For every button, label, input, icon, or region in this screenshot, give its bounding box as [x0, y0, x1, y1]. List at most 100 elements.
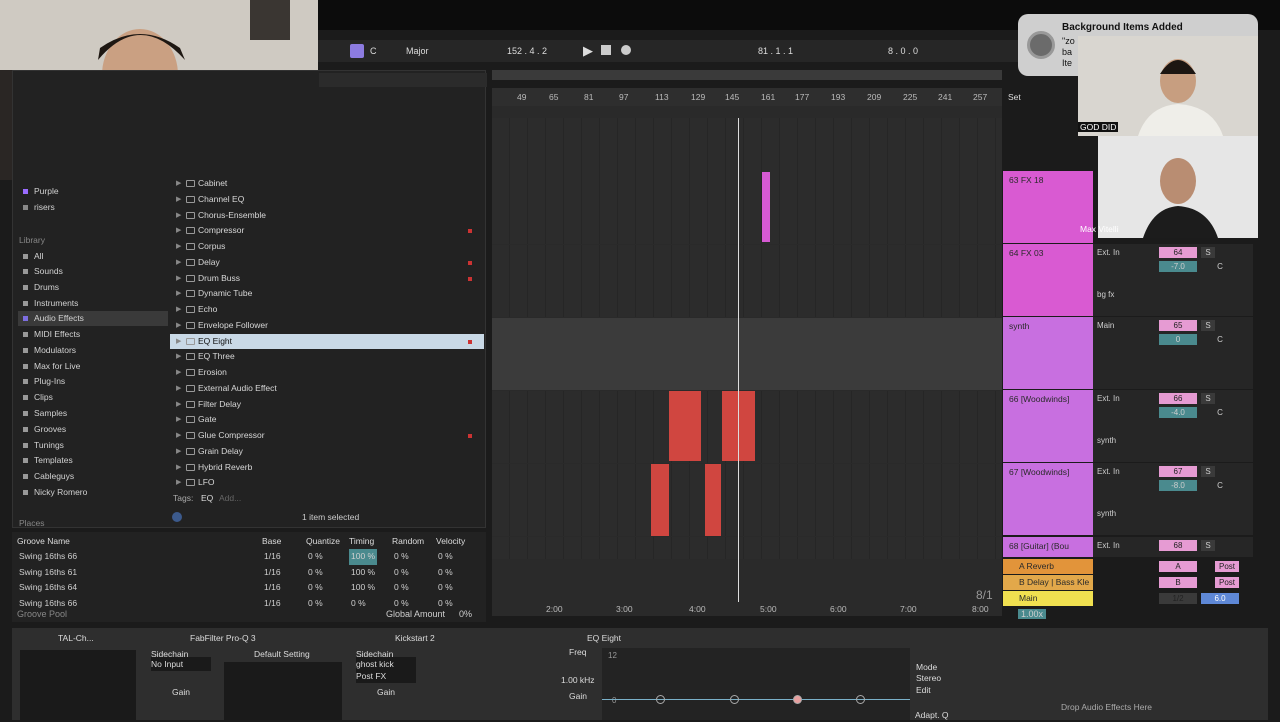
clip[interactable]: [705, 464, 721, 536]
key-selector[interactable]: C: [370, 46, 377, 56]
expand-icon[interactable]: ▶: [176, 381, 181, 397]
eq-band-1[interactable]: [656, 695, 665, 704]
solo-button[interactable]: S: [1201, 320, 1215, 331]
return-activator[interactable]: B: [1159, 577, 1197, 588]
overview-bar[interactable]: [492, 70, 1002, 80]
groove-column-header[interactable]: Quantize: [306, 534, 340, 550]
clip[interactable]: [669, 391, 701, 461]
solo-button[interactable]: S: [1201, 393, 1215, 404]
browser-search-bar[interactable]: [319, 73, 487, 87]
expand-icon[interactable]: ▶: [176, 412, 181, 428]
collection-purple[interactable]: Purple: [18, 184, 168, 199]
track-header[interactable]: 66 [Woodwinds]: [1003, 390, 1093, 462]
track-header[interactable]: 64 FX 03: [1003, 244, 1093, 316]
output-selector[interactable]: bg fx: [1097, 289, 1153, 300]
expand-icon[interactable]: ▶: [176, 223, 181, 239]
browser-device-echo[interactable]: ▶ Echo: [170, 302, 484, 318]
track-activator[interactable]: 65: [1159, 320, 1197, 331]
solo-button[interactable]: S: [1201, 466, 1215, 477]
groove-column-header[interactable]: Timing: [349, 534, 374, 550]
collection-risers[interactable]: risers: [18, 200, 168, 215]
volume-field[interactable]: -7.0: [1159, 261, 1197, 272]
position-display[interactable]: 152 . 4 . 2: [507, 46, 547, 56]
browser-device-dynamic-tube[interactable]: ▶ Dynamic Tube: [170, 286, 484, 302]
input-type-selector[interactable]: Ext. In: [1097, 466, 1151, 477]
time-ruler[interactable]: 2:00 3:00 4:00 5:00 6:00 7:00 8:00: [492, 602, 1002, 616]
groove-column-header[interactable]: Velocity: [436, 534, 465, 550]
library-item-drums[interactable]: Drums: [18, 280, 168, 295]
eq-band-3[interactable]: [793, 695, 802, 704]
input-type-selector[interactable]: Ext. In: [1097, 247, 1151, 258]
browser-device-compressor[interactable]: ▶ Compressor: [170, 223, 484, 239]
expand-icon[interactable]: ▶: [176, 176, 181, 192]
tag-add[interactable]: Add...: [219, 493, 241, 503]
groove-cell[interactable]: 1/16: [262, 596, 283, 612]
global-amount-value[interactable]: 0%: [459, 609, 472, 619]
post-toggle[interactable]: Post: [1215, 577, 1239, 588]
groove-column-header[interactable]: Random: [392, 534, 424, 550]
pan-field[interactable]: C: [1201, 407, 1239, 418]
help-icon[interactable]: [172, 512, 182, 522]
groove-cell[interactable]: 1/16: [262, 580, 283, 596]
volume-field[interactable]: -8.0: [1159, 480, 1197, 491]
device-title[interactable]: EQ Eight: [587, 631, 621, 645]
browser-device-gate[interactable]: ▶ Gate: [170, 412, 484, 428]
browser-device-drum-buss[interactable]: ▶ Drum Buss: [170, 271, 484, 287]
sidechain-input[interactable]: No Input: [151, 657, 211, 671]
browser-device-eq-three[interactable]: ▶ EQ Three: [170, 349, 484, 365]
return-activator[interactable]: A: [1159, 561, 1197, 572]
bar-ruler[interactable]: 49 65 81 97 113 129 145 161 177 193 209 225 241 257 Se…: [492, 88, 1021, 106]
library-item-cableguys[interactable]: Cableguys: [18, 469, 168, 484]
track-lane[interactable]: [492, 464, 1002, 536]
stop-icon[interactable]: [601, 45, 611, 55]
track-lane[interactable]: [492, 245, 1002, 317]
expand-icon[interactable]: ▶: [176, 208, 181, 224]
expand-icon[interactable]: ▶: [176, 239, 181, 255]
library-item-instruments[interactable]: Instruments: [18, 296, 168, 311]
groove-cell[interactable]: 1/16: [262, 549, 283, 565]
expand-icon[interactable]: ▶: [176, 255, 181, 271]
drop-zone[interactable]: Drop Audio Effects Here: [1061, 700, 1152, 714]
groove-cell[interactable]: 100 %: [349, 565, 377, 581]
input-type-selector[interactable]: Ext. In: [1097, 540, 1151, 551]
browser-device-channel-eq[interactable]: ▶ Channel EQ: [170, 192, 484, 208]
record-icon[interactable]: [621, 45, 631, 55]
volume-field[interactable]: 0: [1159, 334, 1197, 345]
groove-row[interactable]: Swing 16ths 61 1/16 0 % 100 % 0 % 0 %: [12, 565, 486, 581]
input-type-selector[interactable]: Ext. In: [1097, 393, 1151, 404]
browser-device-grain-delay[interactable]: ▶ Grain Delay: [170, 444, 484, 460]
loop-length-display[interactable]: 8 . 0 . 0: [888, 46, 918, 56]
volume-field[interactable]: -4.0: [1159, 407, 1197, 418]
library-item-midi-effects[interactable]: MIDI Effects: [18, 327, 168, 342]
preset-selector[interactable]: Default Setting: [254, 647, 310, 661]
groove-cell[interactable]: 0 %: [306, 549, 325, 565]
groove-cell[interactable]: 0 %: [392, 565, 411, 581]
expand-icon[interactable]: ▶: [176, 475, 181, 491]
browser-device-cabinet[interactable]: ▶ Cabinet: [170, 176, 484, 192]
browser-device-chorus-ensemble[interactable]: ▶ Chorus-Ensemble: [170, 208, 484, 224]
groove-column-header[interactable]: Base: [262, 534, 281, 550]
browser-device-hybrid-reverb[interactable]: ▶ Hybrid Reverb: [170, 460, 484, 476]
browser-device-corpus[interactable]: ▶ Corpus: [170, 239, 484, 255]
groove-row[interactable]: Swing 16ths 64 1/16 0 % 100 % 0 % 0 %: [12, 580, 486, 596]
solo-button[interactable]: S: [1201, 247, 1215, 258]
library-item-samples[interactable]: Samples: [18, 406, 168, 421]
set-locator-button[interactable]: Set: [1008, 92, 1021, 102]
device-title[interactable]: TAL-Ch...: [58, 631, 94, 645]
library-item-sounds[interactable]: Sounds: [18, 264, 168, 279]
return-track-header[interactable]: A Reverb: [1003, 559, 1093, 574]
post-fx-selector[interactable]: Post FX: [356, 669, 416, 683]
solo-button[interactable]: S: [1201, 540, 1215, 551]
library-item-max-for-live[interactable]: Max for Live: [18, 359, 168, 374]
browser-device-delay[interactable]: ▶ Delay: [170, 255, 484, 271]
groove-cell[interactable]: 0 %: [392, 580, 411, 596]
browser-device-erosion[interactable]: ▶ Erosion: [170, 365, 484, 381]
pan-field[interactable]: C: [1201, 261, 1239, 272]
expand-icon[interactable]: ▶: [176, 334, 181, 350]
return-activator[interactable]: 1/2: [1159, 593, 1197, 604]
expand-icon[interactable]: ▶: [176, 428, 181, 444]
groove-cell[interactable]: 0 %: [349, 596, 368, 612]
library-item-plug-ins[interactable]: Plug-Ins: [18, 374, 168, 389]
tag-eq[interactable]: EQ: [201, 493, 213, 503]
output-selector[interactable]: synth: [1097, 435, 1153, 446]
